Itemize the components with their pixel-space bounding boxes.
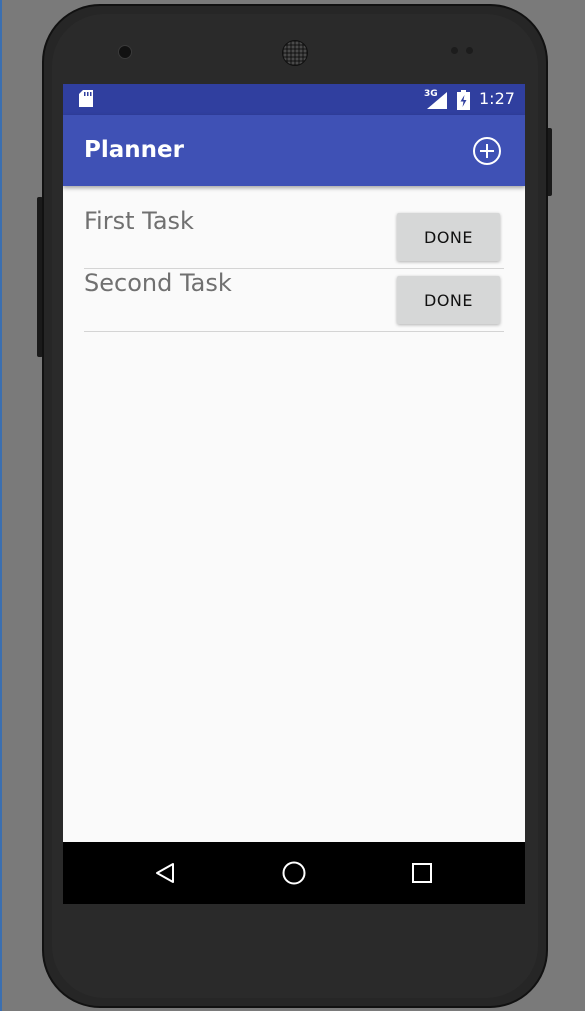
app-bar: Planner <box>63 115 525 186</box>
window-edge <box>0 0 2 1011</box>
home-icon[interactable] <box>281 860 307 886</box>
status-bar: 3G 1:27 <box>63 84 525 115</box>
app-title: Planner <box>84 137 184 163</box>
signal-icon <box>427 92 447 109</box>
proximity-sensor <box>451 47 458 54</box>
screen: 3G 1:27 Planner First Task DONE Second T… <box>63 84 525 904</box>
back-icon[interactable] <box>153 861 177 885</box>
add-task-button[interactable] <box>472 136 502 166</box>
task-name: First Task <box>84 207 194 235</box>
earpiece-speaker <box>282 40 308 66</box>
row-divider <box>84 331 504 332</box>
battery-charging-icon <box>457 90 470 110</box>
navigation-bar <box>63 842 525 904</box>
task-name: Second Task <box>84 269 232 297</box>
task-row: First Task DONE <box>63 186 525 269</box>
front-camera <box>118 45 132 59</box>
task-list: First Task DONE Second Task DONE <box>63 186 525 332</box>
status-time: 1:27 <box>479 89 515 108</box>
done-button[interactable]: DONE <box>397 276 500 324</box>
light-sensor <box>466 47 473 54</box>
sd-card-icon <box>79 90 93 107</box>
recents-icon[interactable] <box>411 862 433 884</box>
task-row: Second Task DONE <box>63 249 525 332</box>
